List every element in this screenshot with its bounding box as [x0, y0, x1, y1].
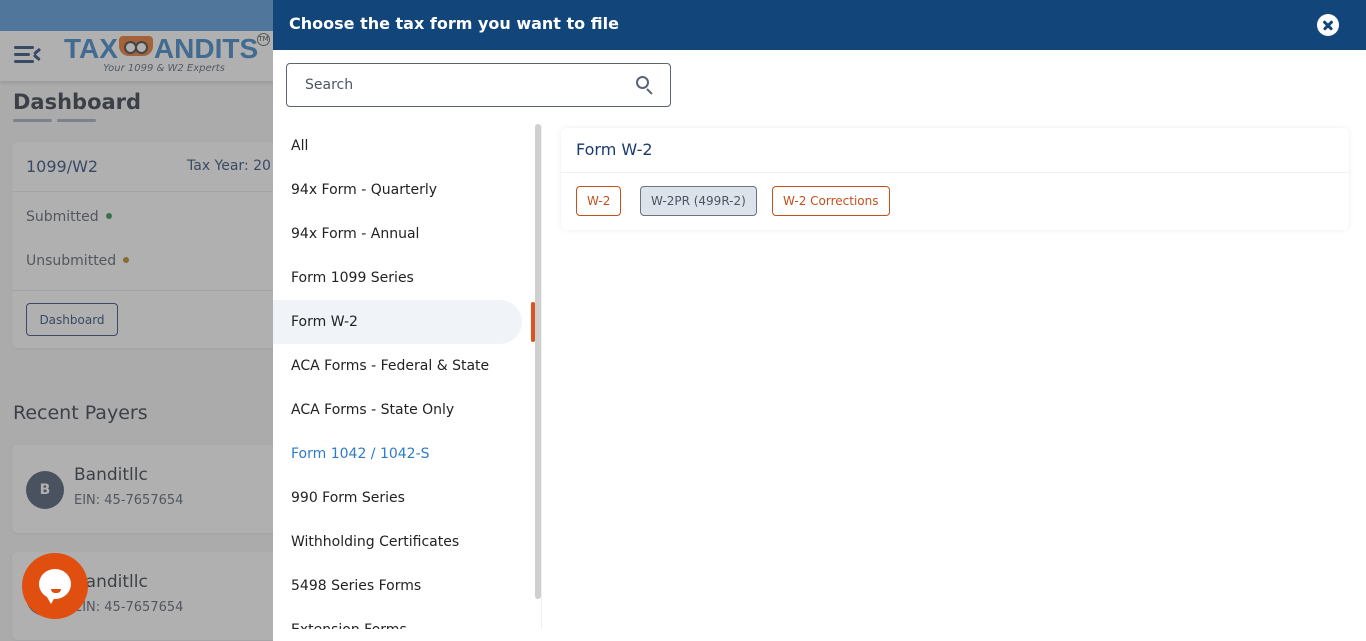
category-1099-series[interactable]: Form 1099 Series — [273, 256, 522, 300]
close-icon[interactable] — [1317, 14, 1339, 36]
category-1042[interactable]: Form 1042 / 1042-S — [273, 432, 522, 476]
category-aca-state-only[interactable]: ACA Forms - State Only — [273, 388, 522, 432]
modal-title: Choose the tax form you want to file — [289, 14, 619, 33]
category-aca-federal-state[interactable]: ACA Forms - Federal & State — [273, 344, 522, 388]
category-all[interactable]: All — [273, 124, 522, 168]
form-w2-button[interactable]: W-2 — [576, 186, 621, 216]
form-group-card: Form W-2 W-2 W-2PR (499R-2) W-2 Correcti… — [561, 128, 1349, 230]
category-extension-forms[interactable]: Extension Forms — [273, 608, 522, 629]
form-category-list: All 94x Form - Quarterly 94x Form - Annu… — [273, 124, 533, 629]
search-input[interactable] — [305, 74, 625, 96]
search-icon[interactable] — [636, 76, 654, 94]
form-w2-corrections-button[interactable]: W-2 Corrections — [772, 186, 890, 216]
category-form-w2[interactable]: Form W-2 — [273, 300, 522, 344]
column-divider — [541, 124, 542, 629]
search-field[interactable] — [286, 63, 671, 107]
form-w2pr-button[interactable]: W-2PR (499R-2) — [640, 186, 757, 216]
category-94x-quarterly[interactable]: 94x Form - Quarterly — [273, 168, 522, 212]
category-withholding-certificates[interactable]: Withholding Certificates — [273, 520, 522, 564]
choose-tax-form-panel: Choose the tax form you want to file All… — [273, 0, 1366, 641]
chat-widget-button[interactable] — [22, 553, 88, 619]
category-5498-series[interactable]: 5498 Series Forms — [273, 564, 522, 608]
modal-header: Choose the tax form you want to file — [273, 0, 1366, 50]
category-94x-annual[interactable]: 94x Form - Annual — [273, 212, 522, 256]
divider — [561, 172, 1349, 173]
form-group-title: Form W-2 — [576, 140, 653, 159]
chat-bubble-icon — [39, 569, 71, 599]
active-category-indicator — [531, 302, 535, 342]
category-990-series[interactable]: 990 Form Series — [273, 476, 522, 520]
